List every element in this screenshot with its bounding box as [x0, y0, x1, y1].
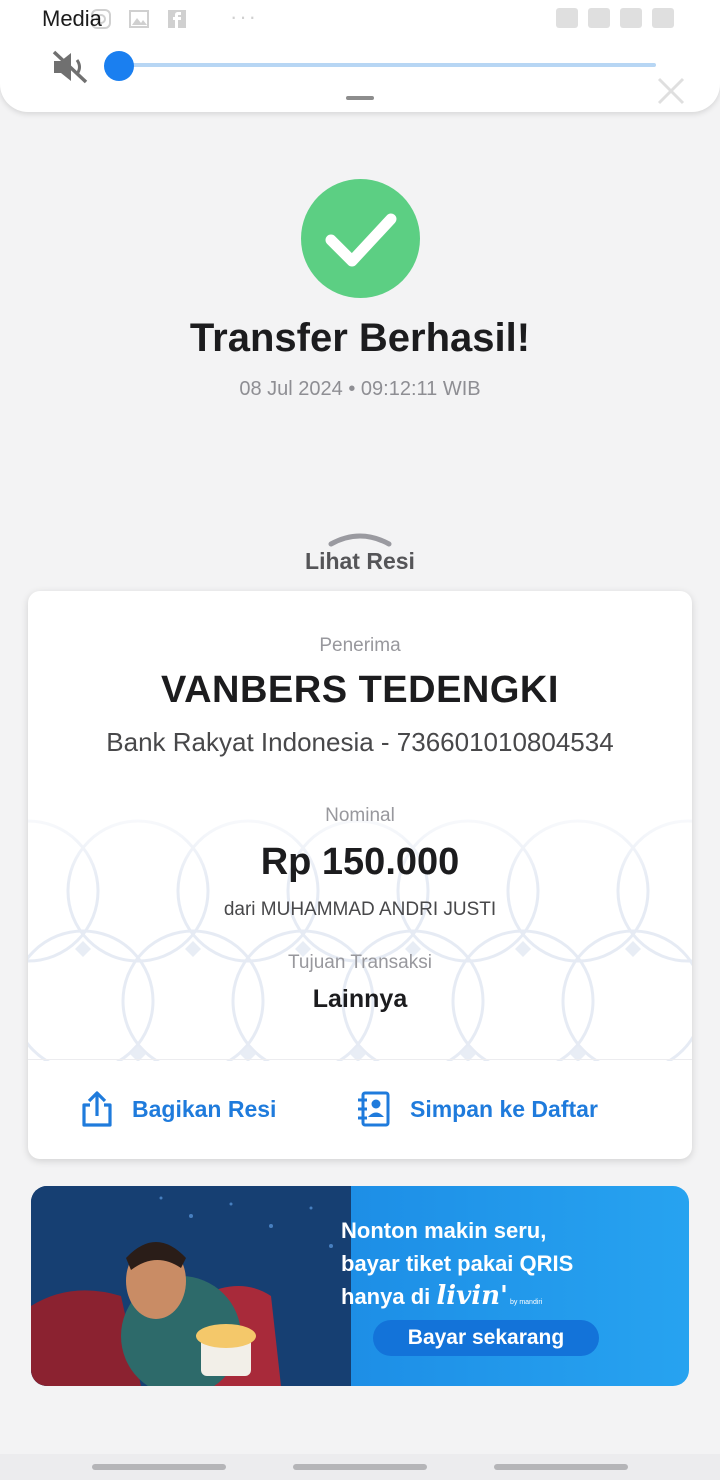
nav-recents-pill[interactable] [92, 1464, 226, 1470]
gallery-icon [128, 8, 150, 30]
signal-icon [620, 8, 642, 28]
share-receipt-button[interactable]: Bagikan Resi [80, 1087, 276, 1131]
amount-value: Rp 150.000 [260, 841, 460, 883]
volume-slider-track[interactable] [120, 63, 656, 67]
status-bar-icons [556, 8, 674, 28]
background-notification-icons [90, 8, 188, 30]
promo-line-3-text: hanya di [341, 1284, 431, 1309]
panel-drag-handle[interactable] [346, 96, 374, 100]
batik-pattern [28, 791, 692, 1061]
save-to-list-button[interactable]: Simpan ke Daftar [356, 1087, 598, 1131]
promo-line-1: Nonton makin seru, [341, 1218, 547, 1243]
facebook-icon [166, 8, 188, 30]
sender-name: dari MUHAMMAD ANDRI JUSTI [223, 899, 497, 920]
media-volume-panel: Media ··· [0, 0, 720, 112]
contact-add-icon [358, 1091, 390, 1127]
promo-text: Nonton makin seru, bayar tiket pakai QRI… [341, 1214, 573, 1319]
close-icon [656, 76, 686, 106]
nav-home-pill[interactable] [293, 1464, 427, 1470]
receipt-card: Penerima VANBERS TEDENGKI Bank Rakyat In… [28, 591, 692, 1159]
purpose-value: Lainnya [312, 985, 408, 1013]
recipient-label: Penerima [319, 635, 401, 656]
nav-back-pill[interactable] [494, 1464, 628, 1470]
battery-icon [652, 8, 674, 28]
more-icon: ··· [230, 4, 258, 29]
recipient-bank-account: Bank Rakyat Indonesia - 736601010804534 [106, 727, 614, 757]
livin-logo: livin' [436, 1281, 508, 1311]
view-receipt-toggle[interactable]: Lihat Resi [0, 548, 720, 575]
page-title: Transfer Berhasil! [189, 316, 531, 360]
pay-now-button[interactable]: Bayar sekarang [373, 1320, 599, 1356]
chevron-up-icon[interactable] [327, 528, 393, 548]
promo-line-3: hanya di livin' by mandiri [341, 1280, 573, 1319]
mute-icon[interactable] [50, 48, 90, 86]
share-icon [82, 1091, 112, 1127]
save-to-list-label: Simpan ke Daftar [410, 1095, 598, 1122]
card-divider [28, 1059, 692, 1060]
livin-logo-sub: by mandiri [509, 1299, 543, 1306]
share-receipt-label: Bagikan Resi [132, 1095, 277, 1122]
wifi-icon [588, 8, 610, 28]
purpose-label: Tujuan Transaksi [288, 952, 432, 973]
volume-slider-thumb[interactable] [104, 51, 134, 81]
amount-label: Nominal [325, 805, 395, 826]
promo-line-2: bayar tiket pakai QRIS [341, 1251, 574, 1276]
promo-banner[interactable]: Nonton makin seru, bayar tiket pakai QRI… [31, 1186, 689, 1386]
promo-illustration [31, 1186, 351, 1386]
instagram-icon [90, 8, 112, 30]
success-check-icon [301, 179, 420, 298]
transaction-datetime: 08 Jul 2024 • 09:12:11 WIB [239, 378, 481, 400]
recipient-name: VANBERS TEDENGKI [161, 669, 559, 711]
alarm-icon [556, 8, 578, 28]
